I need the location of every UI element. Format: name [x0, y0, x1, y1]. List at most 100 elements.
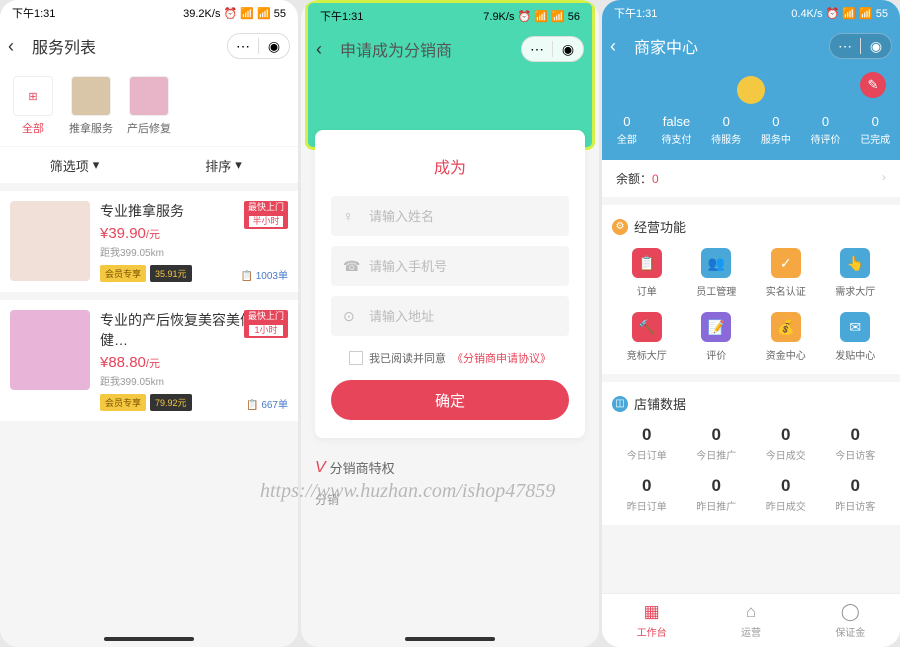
close-icon[interactable]: ◉ [553, 37, 583, 61]
service-distance: 距我399.05km [100, 373, 288, 388]
v-icon: V [315, 459, 326, 477]
close-icon[interactable]: ◉ [861, 34, 891, 58]
agree-checkbox[interactable] [349, 351, 363, 365]
address-input[interactable] [369, 309, 557, 324]
avatar[interactable] [737, 76, 765, 104]
vip-price-badge: 79.92元 [150, 394, 192, 411]
page-title: 服务列表 [32, 34, 96, 58]
chevron-down-icon: ▾ [235, 157, 242, 173]
data-item: 0今日推广 [682, 425, 752, 462]
service-card[interactable]: 专业推拿服务 ¥39.90/元 距我399.05km 会员专享 35.91元 最… [0, 191, 298, 292]
phone-input[interactable] [369, 259, 557, 274]
balance-value: 0 [652, 172, 659, 186]
sort-button[interactable]: 排序▾ [149, 147, 298, 183]
tab-保证金[interactable]: ◯保证金 [801, 594, 900, 647]
category-thumb [71, 76, 111, 116]
close-icon[interactable]: ◉ [259, 34, 289, 58]
form-title: 成为 [331, 154, 569, 178]
stat-item[interactable]: 0服务中 [751, 114, 801, 146]
status-time: 下午1:31 [614, 5, 657, 21]
address-field[interactable]: ⊙ [331, 296, 569, 336]
func-竞标大厅[interactable]: 🔨竞标大厅 [612, 312, 682, 362]
func-实名认证[interactable]: ✓实名认证 [751, 248, 821, 298]
miniprogram-capsule: ⋯ ◉ [227, 33, 290, 59]
category-massage[interactable]: 推拿服务 [66, 76, 116, 136]
screen-merchant-center: 下午1:31 0.4K/s ⏰ 📶 📶 55 ‹ 商家中心 ⋯ ◉ ✎ 0全部f… [602, 0, 900, 647]
section-title: ◫店铺数据 [612, 394, 890, 413]
status-icons: 39.2K/s ⏰ 📶 📶 55 [183, 7, 286, 20]
gear-icon: ⚙ [612, 219, 628, 235]
stat-item[interactable]: 0已完成 [850, 114, 900, 146]
category-postpartum[interactable]: 产后修复 [124, 76, 174, 136]
agreement-link[interactable]: 《分销商申请协议》 [452, 350, 551, 366]
home-indicator [405, 637, 495, 641]
filter-button[interactable]: 筛选项▾ [0, 147, 149, 183]
page-title: 商家中心 [634, 34, 698, 58]
location-icon: ⊙ [343, 308, 359, 325]
data-item: 0昨日访客 [821, 476, 891, 513]
stat-item[interactable]: 0待服务 [701, 114, 751, 146]
nav-bar: ‹ 申请成为分销商 ⋯ ◉ [308, 29, 592, 69]
service-price: ¥88.80/元 [100, 354, 288, 371]
form-card: 成为 ♀ ☎ ⊙ 我已阅读并同意 《分销商申请协议》 确定 [315, 130, 585, 438]
door-tag: 最快上门半小时 [244, 201, 288, 229]
tab-运营[interactable]: ⌂运营 [701, 594, 800, 647]
chart-icon: ◫ [612, 396, 628, 412]
func-资金中心[interactable]: 💰资金中心 [751, 312, 821, 362]
shop-data-section: ◫店铺数据 0今日订单0今日推广0今日成交0今日访客 0昨日订单0昨日推广0昨日… [602, 382, 900, 525]
order-count: 📋 667单 [246, 396, 288, 411]
service-card[interactable]: 专业的产后恢复美容美体保健… ¥88.80/元 距我399.05km 会员专享 … [0, 300, 298, 421]
order-count: 📋 1003单 [241, 267, 288, 282]
privilege-section: V分销商特权 分销 [315, 458, 585, 508]
header-banner: 下午1:31 7.9K/s ⏰ 📶 📶 56 ‹ 申请成为分销商 ⋯ ◉ [305, 0, 595, 150]
edit-icon[interactable]: ✎ [860, 72, 886, 98]
page-title: 申请成为分销商 [340, 37, 452, 61]
service-image [10, 201, 90, 281]
screen-service-list: 下午1:31 39.2K/s ⏰ 📶 📶 55 ‹ 服务列表 ⋯ ◉ ⊞ 全部 … [0, 0, 298, 647]
miniprogram-capsule: ⋯ ◉ [829, 33, 892, 59]
phone-field[interactable]: ☎ [331, 246, 569, 286]
status-bar: 下午1:31 7.9K/s ⏰ 📶 📶 56 [308, 3, 592, 29]
tab-工作台[interactable]: ▦工作台 [602, 594, 701, 647]
data-item: 0昨日推广 [682, 476, 752, 513]
phone-icon: ☎ [343, 258, 359, 275]
name-input[interactable] [369, 209, 557, 224]
data-item: 0今日成交 [751, 425, 821, 462]
data-item: 0昨日成交 [751, 476, 821, 513]
vip-badge: 会员专享 [100, 265, 146, 282]
data-item: 0昨日订单 [612, 476, 682, 513]
status-time: 下午1:31 [12, 5, 55, 21]
menu-icon[interactable]: ⋯ [522, 37, 552, 61]
agreement-row: 我已阅读并同意 《分销商申请协议》 [331, 350, 569, 366]
order-stats: 0全部false待支付0待服务0服务中0待评价0已完成 [602, 114, 900, 146]
name-field[interactable]: ♀ [331, 196, 569, 236]
func-需求大厅[interactable]: 👆需求大厅 [821, 248, 891, 298]
person-icon: ♀ [343, 208, 359, 224]
stat-item[interactable]: false待支付 [652, 114, 702, 146]
back-icon[interactable]: ‹ [316, 39, 336, 60]
door-tag: 最快上门1小时 [244, 310, 288, 338]
balance-bar[interactable]: 余额：0 › [602, 160, 900, 197]
merchant-header: ✎ 0全部false待支付0待服务0服务中0待评价0已完成 [602, 66, 900, 160]
stat-item[interactable]: 0全部 [602, 114, 652, 146]
back-icon[interactable]: ‹ [8, 36, 28, 57]
func-订单[interactable]: 📋订单 [612, 248, 682, 298]
status-bar: 下午1:31 39.2K/s ⏰ 📶 📶 55 [0, 0, 298, 26]
privilege-title: V分销商特权 [315, 458, 585, 477]
vip-price-badge: 35.91元 [150, 265, 192, 282]
category-all[interactable]: ⊞ 全部 [8, 76, 58, 136]
stat-item[interactable]: 0待评价 [801, 114, 851, 146]
screen-apply-distributor: 下午1:31 7.9K/s ⏰ 📶 📶 56 ‹ 申请成为分销商 ⋯ ◉ 成为 … [301, 0, 599, 647]
func-评价[interactable]: 📝评价 [682, 312, 752, 362]
menu-icon[interactable]: ⋯ [228, 34, 258, 58]
privilege-sub: 分销 [315, 491, 585, 508]
menu-icon[interactable]: ⋯ [830, 34, 860, 58]
func-员工管理[interactable]: 👥员工管理 [682, 248, 752, 298]
data-item: 0今日访客 [821, 425, 891, 462]
category-thumb [129, 76, 169, 116]
data-item: 0今日订单 [612, 425, 682, 462]
section-title: ⚙经营功能 [612, 217, 890, 236]
back-icon[interactable]: ‹ [610, 36, 630, 57]
submit-button[interactable]: 确定 [331, 380, 569, 420]
func-发贴中心[interactable]: ✉发贴中心 [821, 312, 891, 362]
